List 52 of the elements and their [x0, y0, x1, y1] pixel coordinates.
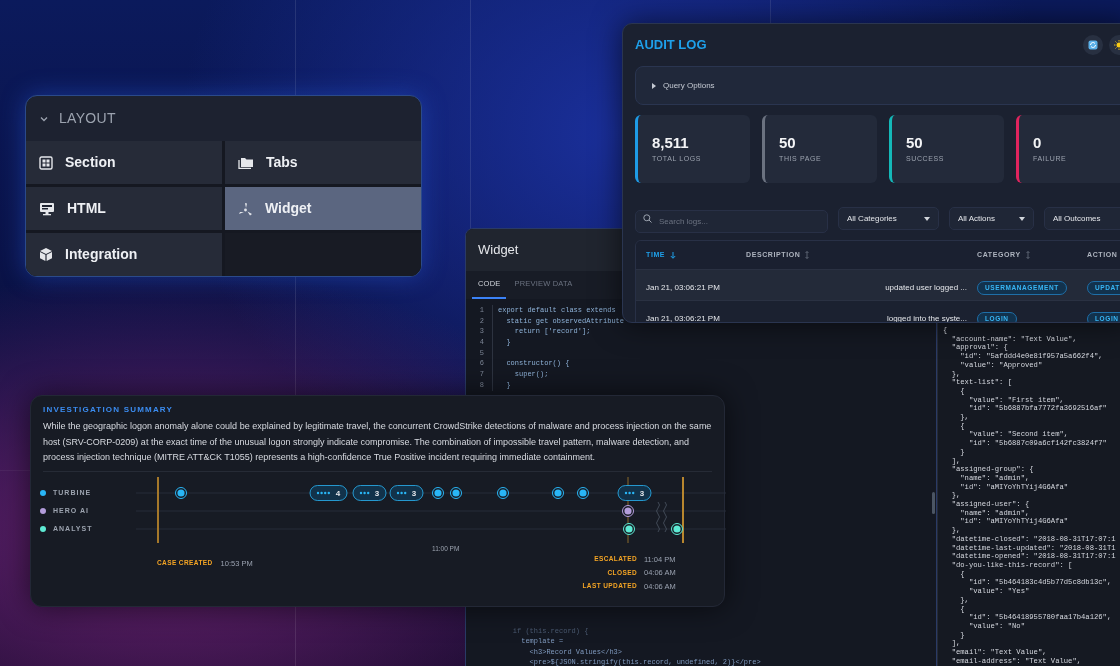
stat-value: 50	[779, 134, 797, 151]
table-cell: Jan 21, 03:06:21 PM	[646, 314, 720, 322]
table-cell: logged into the syste...	[886, 314, 967, 322]
event-dot[interactable]	[577, 486, 589, 499]
filter-dropdown[interactable]: All Actions	[949, 207, 1034, 230]
event-dot[interactable]	[622, 504, 634, 517]
filter-dropdown[interactable]: All Outcomes	[1044, 207, 1120, 230]
layout-item[interactable]: Section	[26, 141, 222, 184]
event-dot[interactable]	[450, 486, 462, 499]
panel-title: LAYOUT	[59, 109, 116, 128]
query-options-toggle[interactable]: Query Options	[635, 66, 1120, 105]
caret-icon	[924, 216, 930, 221]
grid-icon	[39, 155, 53, 170]
monitor-icon	[39, 201, 55, 216]
event-cluster[interactable]: 4	[309, 484, 348, 501]
scrollbar-thumb[interactable]	[932, 492, 935, 514]
event-dot[interactable]	[623, 522, 635, 535]
table-cell: updated user logged ...	[885, 283, 967, 292]
stat-value: 0	[1033, 134, 1043, 151]
layout-item[interactable]: Integration	[26, 233, 222, 276]
card-title: INVESTIGATION SUMMARY	[43, 404, 175, 416]
filter-dropdown[interactable]: All Categories	[838, 207, 939, 230]
table-cell: Jan 21, 03:06:21 PM	[646, 283, 720, 292]
stat-value: 8,511	[652, 134, 690, 151]
refresh-icon	[1088, 40, 1098, 50]
event-dot[interactable]	[175, 486, 187, 499]
marker-line	[682, 475, 684, 544]
summary-text: While the geographic logon anomaly alone could be explained by legitimate travel, the concurrent CrowdStrike detections of malware and process injection on the same host (SRV-CORP-0209) at the exact time of the unusual logon strongly indicate compromise. The combination of impossible travel pattern, malware detection, and process injection technique (MITRE ATT&CK T1055) represents a high-confidence True Positive incident requiring immediate containment.	[43, 420, 712, 464]
caret-icon	[1019, 216, 1025, 221]
stat-value: 50	[906, 134, 924, 151]
layout-item[interactable]: Widget	[225, 187, 421, 230]
window-title: AUDIT LOG	[635, 36, 707, 55]
layout-item[interactable]: Tabs	[225, 141, 421, 184]
layout-item[interactable]: HTML	[26, 187, 222, 230]
event-dot[interactable]	[497, 486, 509, 499]
break-mark	[656, 501, 667, 532]
panel-header[interactable]: LAYOUT	[26, 96, 421, 141]
event-cluster[interactable]: 3	[352, 484, 387, 501]
refresh-button[interactable]	[1083, 35, 1103, 55]
sort-arrow-icon[interactable]	[670, 251, 677, 259]
triangle-icon	[651, 82, 657, 89]
window-title: Widget	[478, 241, 519, 260]
folders-icon	[238, 156, 254, 169]
marker-line	[157, 475, 159, 544]
search-icon	[643, 214, 652, 223]
event-dot[interactable]	[552, 486, 564, 499]
event-cluster[interactable]: 3	[389, 484, 424, 501]
cube-icon	[39, 247, 53, 262]
pinwheel-icon	[238, 201, 253, 216]
event-dot[interactable]	[671, 522, 683, 535]
event-dot[interactable]	[432, 486, 444, 499]
event-cluster[interactable]: 3	[617, 484, 652, 501]
